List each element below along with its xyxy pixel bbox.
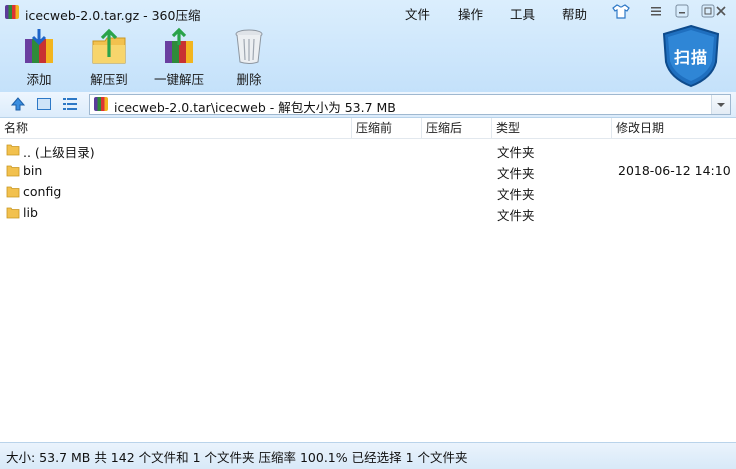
one-click-extract-icon [165,27,193,63]
extract-folder-icon [92,28,126,64]
toolbar-area: icecweb-2.0.tar.gz - 360压缩 文件 操作 工具 帮助 添… [0,0,736,93]
item-type: 文件夹 [497,145,535,160]
address-path: icecweb-2.0.tar\icecweb - 解包大小为 53.7 MB [114,100,396,115]
list-item[interactable]: config 文件夹 [0,181,736,202]
chevron-down-icon [717,103,725,107]
column-size-after[interactable]: 压缩后 [422,118,492,138]
minimize-icon[interactable] [672,3,692,19]
address-field[interactable]: icecweb-2.0.tar\icecweb - 解包大小为 53.7 MB [89,94,731,115]
extract-to-label: 解压到 [90,72,128,87]
menu-file[interactable]: 文件 [405,4,430,23]
list-item[interactable]: lib 文件夹 [0,202,736,223]
status-text: 大小: 53.7 MB 共 142 个文件和 1 个文件夹 压缩率 100.1%… [6,450,468,465]
one-click-extract-label: 一键解压 [153,72,204,87]
large-icon-view-icon[interactable] [36,96,52,112]
column-size-before[interactable]: 压缩前 [352,118,422,138]
app-icon [5,5,19,19]
menu-operate[interactable]: 操作 [458,4,483,23]
delete-label: 删除 [236,72,262,87]
status-bar: 大小: 53.7 MB 共 142 个文件和 1 个文件夹 压缩率 100.1%… [0,442,736,469]
address-dropdown[interactable] [711,95,730,114]
menu-help[interactable]: 帮助 [562,4,587,23]
item-type: 文件夹 [497,208,535,223]
list-header: 名称 压缩前 压缩后 类型 修改日期 [0,118,736,139]
add-archive-icon [25,29,53,63]
folder-icon [6,186,20,198]
item-name: lib [23,205,38,220]
scan-label[interactable]: 扫描 [660,44,722,68]
item-name: bin [23,163,43,178]
window-title: icecweb-2.0.tar.gz - 360压缩 [25,8,201,23]
column-type[interactable]: 类型 [492,118,612,138]
item-type: 文件夹 [497,187,535,202]
list-item[interactable]: .. (上级目录) 文件夹 [0,139,736,160]
folder-icon [6,207,20,219]
up-arrow-icon[interactable] [10,96,26,112]
close-icon[interactable] [711,3,731,19]
list-item[interactable]: bin 文件夹 2018-06-12 14:10 [0,160,736,181]
skin-icon[interactable] [612,3,630,19]
trash-icon [235,29,263,64]
menu-icon[interactable] [646,3,666,19]
column-name[interactable]: 名称 [0,118,352,138]
folder-icon [6,165,20,177]
item-type: 文件夹 [497,166,535,181]
archive-icon [94,97,108,111]
column-modified[interactable]: 修改日期 [612,118,736,138]
item-modified: 2018-06-12 14:10 [618,163,731,178]
item-name: config [23,184,62,199]
folder-icon [6,144,20,156]
menu-tools[interactable]: 工具 [510,4,535,23]
app-window: icecweb-2.0.tar.gz - 360压缩 文件 操作 工具 帮助 添… [0,0,736,469]
add-label: 添加 [26,72,52,87]
address-bar-row: icecweb-2.0.tar\icecweb - 解包大小为 53.7 MB [0,92,736,118]
item-name: .. (上级目录) [23,145,95,160]
details-view-icon[interactable] [62,96,78,112]
